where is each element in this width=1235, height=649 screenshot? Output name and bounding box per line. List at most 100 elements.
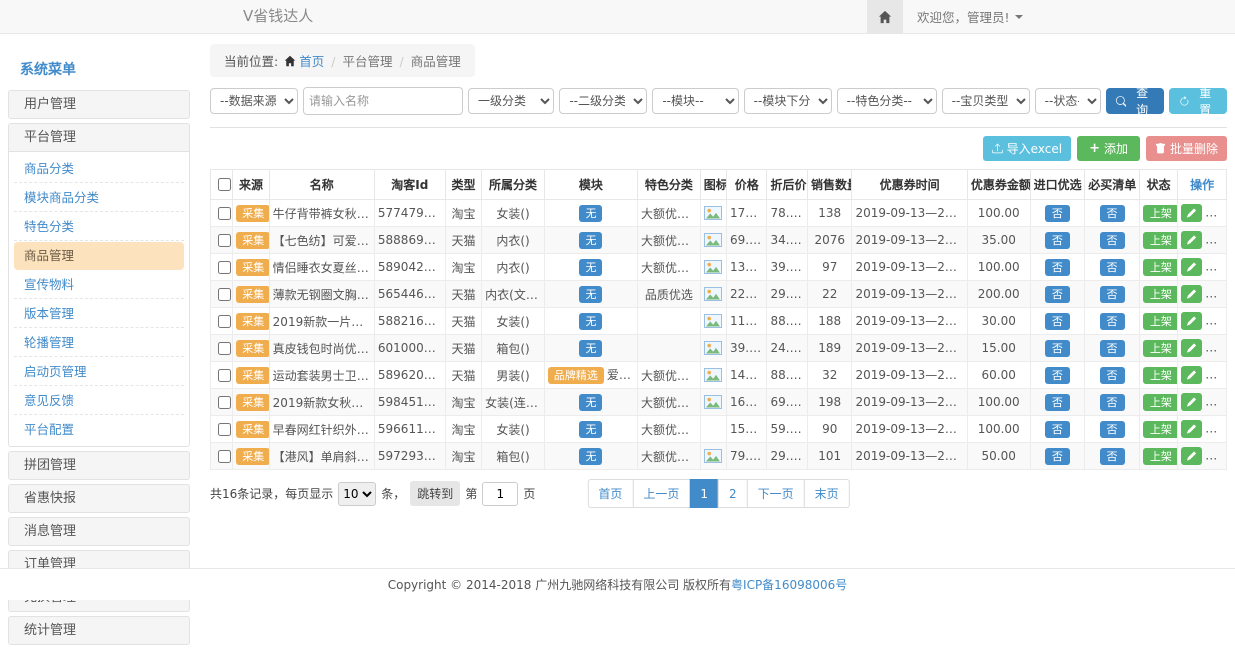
edit-button[interactable] <box>1181 420 1202 438</box>
import-toggle-button[interactable]: 否 <box>1045 286 1070 303</box>
status-button[interactable]: 上架 <box>1143 313 1178 330</box>
filter-level2-category-select[interactable]: --二级分类-- <box>559 88 647 114</box>
must-buy-toggle-button[interactable]: 否 <box>1100 205 1125 222</box>
must-buy-toggle-button[interactable]: 否 <box>1100 340 1125 357</box>
import-toggle-button[interactable]: 否 <box>1045 232 1070 249</box>
filter-module-subcategory-select[interactable]: --模块下分类-- <box>744 88 832 114</box>
must-buy-toggle-button[interactable]: 否 <box>1100 448 1125 465</box>
batch-delete-button[interactable]: 批量删除 <box>1146 136 1227 161</box>
import-excel-button[interactable]: 导入excel <box>983 136 1071 161</box>
sidebar-subitem-goods-category[interactable]: 商品分类 <box>14 155 184 183</box>
must-buy-toggle-button[interactable]: 否 <box>1100 232 1125 249</box>
jump-page-input[interactable] <box>482 482 518 506</box>
sidebar-section-user-management: 用户管理 <box>8 90 190 119</box>
filter-item-type-select[interactable]: --宝贝类型-- <box>942 88 1030 114</box>
must-buy-toggle-button[interactable]: 否 <box>1100 367 1125 384</box>
row-checkbox[interactable] <box>218 288 231 301</box>
status-button[interactable]: 上架 <box>1143 259 1178 276</box>
query-button-label: 查询 <box>1130 84 1153 118</box>
edit-button[interactable] <box>1181 204 1202 222</box>
row-checkbox[interactable] <box>218 207 231 220</box>
page-button-1[interactable]: 1 <box>689 479 719 508</box>
import-toggle-button[interactable]: 否 <box>1045 340 1070 357</box>
filter-data-source-select[interactable]: --数据来源-- <box>210 88 298 114</box>
sales-count: 101 <box>807 443 852 470</box>
row-checkbox[interactable] <box>218 396 231 409</box>
user-menu[interactable]: 欢迎您，管理员! <box>903 0 1041 33</box>
page-button-last[interactable]: 末页 <box>804 479 850 508</box>
edit-button[interactable] <box>1181 366 1202 384</box>
filter-featured-category-select[interactable]: --特色分类-- <box>837 88 937 114</box>
must-buy-toggle-button[interactable]: 否 <box>1100 259 1125 276</box>
row-checkbox[interactable] <box>218 261 231 274</box>
home-button[interactable] <box>867 0 903 33</box>
edit-button[interactable] <box>1181 258 1202 276</box>
sidebar-item-savings-express[interactable]: 省惠快报 <box>9 485 189 512</box>
page-button-2[interactable]: 2 <box>718 479 748 508</box>
status-button[interactable]: 上架 <box>1143 205 1178 222</box>
sidebar-subitem-version-management[interactable]: 版本管理 <box>14 300 184 328</box>
sidebar-subitem-splash-page-management[interactable]: 启动页管理 <box>14 358 184 386</box>
edit-button[interactable] <box>1181 231 1202 249</box>
sidebar-subitem-platform-config[interactable]: 平台配置 <box>14 416 184 443</box>
edit-button[interactable] <box>1181 447 1202 465</box>
filter-status-select[interactable]: --状态-- <box>1035 88 1101 114</box>
add-button[interactable]: + 添加 <box>1077 136 1140 161</box>
import-toggle-button[interactable]: 否 <box>1045 394 1070 411</box>
must-buy-toggle-button[interactable]: 否 <box>1100 421 1125 438</box>
sidebar-subitem-promo-materials[interactable]: 宣传物料 <box>14 271 184 299</box>
icp-link[interactable]: 粤ICP备16098006号 <box>731 576 847 593</box>
sidebar-subitem-module-goods-category[interactable]: 模块商品分类 <box>14 184 184 212</box>
sidebar-item-user-management[interactable]: 用户管理 <box>9 91 189 118</box>
status-button[interactable]: 上架 <box>1143 232 1178 249</box>
import-toggle-button[interactable]: 否 <box>1045 367 1070 384</box>
per-page-select[interactable]: 10 <box>338 482 376 506</box>
query-button[interactable]: 查询 <box>1106 88 1164 114</box>
page-button-prev[interactable]: 上一页 <box>632 479 690 508</box>
breadcrumb-home-link[interactable]: 首页 <box>299 54 324 69</box>
sidebar-item-group-buy-management[interactable]: 拼团管理 <box>9 452 189 479</box>
filter-module-select[interactable]: --模块-- <box>652 88 738 114</box>
row-checkbox[interactable] <box>218 315 231 328</box>
row-checkbox[interactable] <box>218 450 231 463</box>
sidebar-subitem-feedback[interactable]: 意见反馈 <box>14 387 184 415</box>
sidebar-item-platform-management[interactable]: 平台管理 <box>9 124 189 151</box>
filter-level1-category-select[interactable]: 一级分类 <box>468 88 554 114</box>
coupon-time: 2019-09-13—2019-09-18 <box>852 443 967 470</box>
import-toggle-button[interactable]: 否 <box>1045 259 1070 276</box>
edit-button[interactable] <box>1181 312 1202 330</box>
must-buy-toggle-button[interactable]: 否 <box>1100 394 1125 411</box>
must-buy-toggle-button[interactable]: 否 <box>1100 286 1125 303</box>
table-header-row: 来源名称淘客Id类型所属分类模块特色分类图标价格折后价销售数量优惠券时间优惠券金… <box>211 170 1227 200</box>
import-toggle-button[interactable]: 否 <box>1045 313 1070 330</box>
filter-name-input[interactable] <box>303 87 463 115</box>
edit-button[interactable] <box>1181 339 1202 357</box>
import-toggle-button[interactable]: 否 <box>1045 421 1070 438</box>
status-button[interactable]: 上架 <box>1143 421 1178 438</box>
row-checkbox[interactable] <box>218 423 231 436</box>
sidebar-subitem-goods-management[interactable]: 商品管理 <box>14 242 184 270</box>
edit-button[interactable] <box>1181 393 1202 411</box>
sidebar-subitem-carousel-management[interactable]: 轮播管理 <box>14 329 184 357</box>
must-buy-toggle-button[interactable]: 否 <box>1100 313 1125 330</box>
status-button[interactable]: 上架 <box>1143 394 1178 411</box>
page-button-next[interactable]: 下一页 <box>747 479 805 508</box>
status-button[interactable]: 上架 <box>1143 340 1178 357</box>
status-button[interactable]: 上架 <box>1143 367 1178 384</box>
sidebar-item-message-management[interactable]: 消息管理 <box>9 518 189 545</box>
status-button[interactable]: 上架 <box>1143 448 1178 465</box>
import-toggle-button[interactable]: 否 <box>1045 448 1070 465</box>
product-category: 内衣() <box>482 254 545 281</box>
reset-button[interactable]: 重置 <box>1169 88 1227 114</box>
row-checkbox[interactable] <box>218 369 231 382</box>
sidebar-item-statistics-management[interactable]: 统计管理 <box>9 617 189 644</box>
jump-button[interactable]: 跳转到 <box>410 481 460 506</box>
edit-button[interactable] <box>1181 285 1202 303</box>
import-toggle-button[interactable]: 否 <box>1045 205 1070 222</box>
sidebar-subitem-featured-category[interactable]: 特色分类 <box>14 213 184 241</box>
row-checkbox[interactable] <box>218 342 231 355</box>
select-all-checkbox[interactable] <box>218 178 231 191</box>
row-checkbox[interactable] <box>218 234 231 247</box>
page-button-first[interactable]: 首页 <box>587 479 633 508</box>
status-button[interactable]: 上架 <box>1143 286 1178 303</box>
